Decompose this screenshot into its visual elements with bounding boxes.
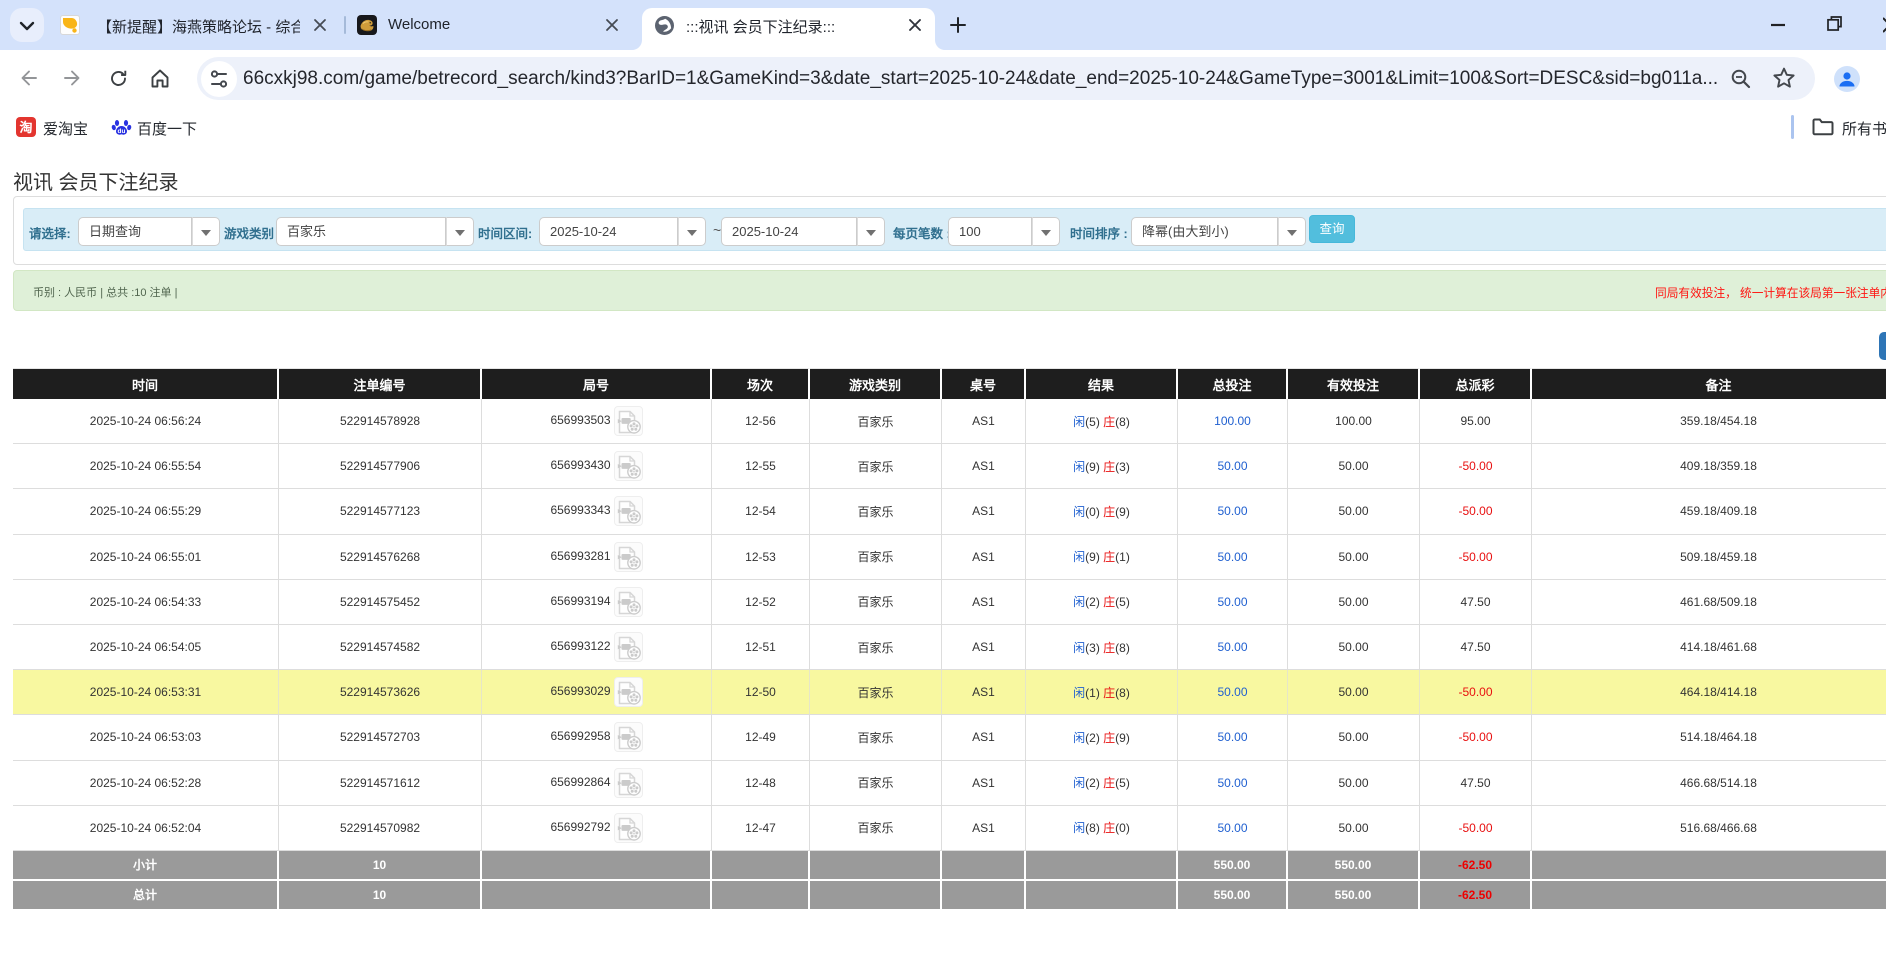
svg-text:淘: 淘 bbox=[19, 120, 32, 135]
svg-text:du: du bbox=[118, 128, 126, 135]
